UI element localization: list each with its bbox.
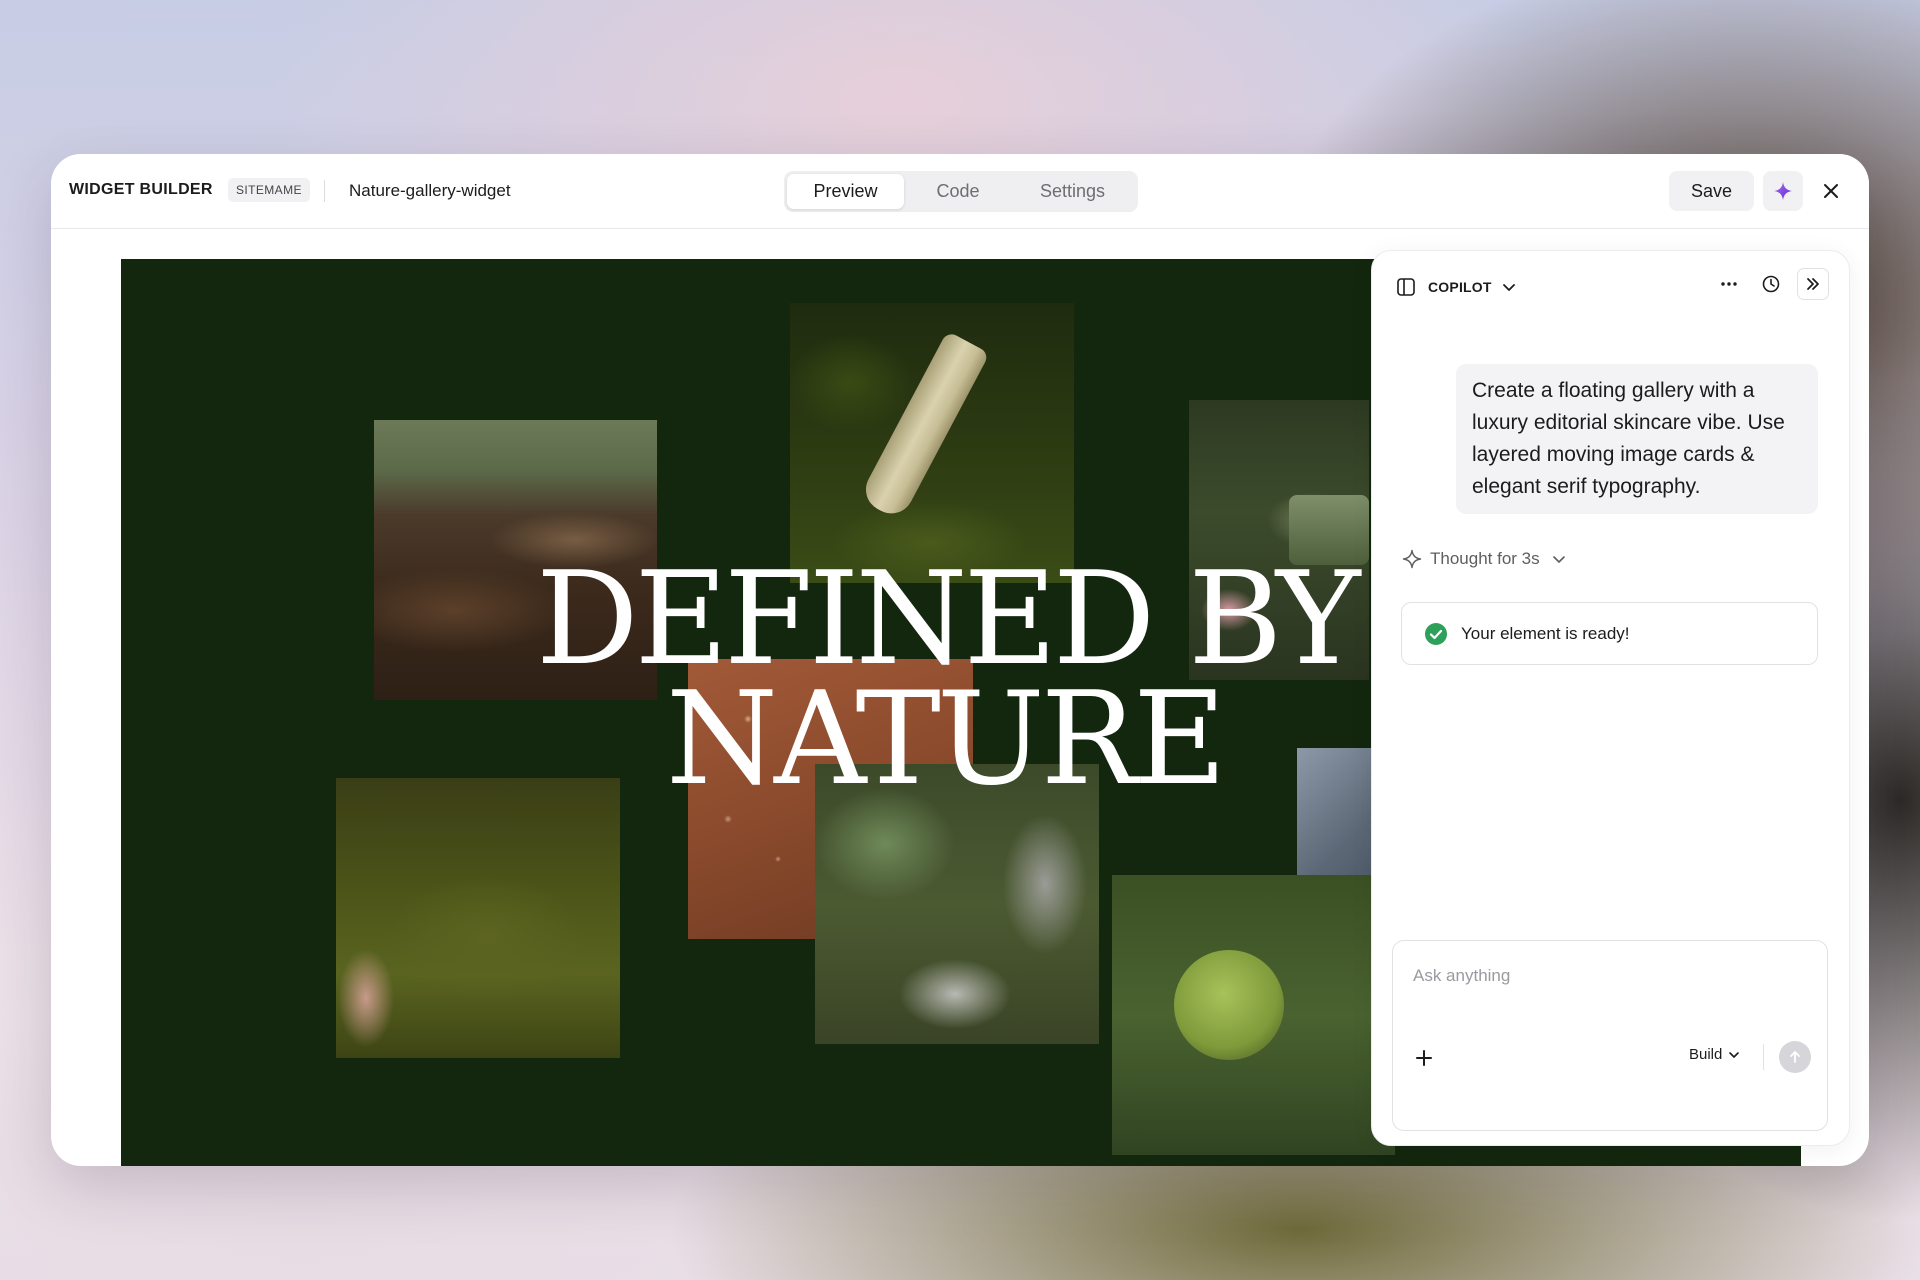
photo-green-balm [1112,875,1395,1155]
sparkle-icon [1774,182,1792,200]
composer-divider [1763,1044,1764,1070]
copilot-header: COPILOT [1396,277,1516,297]
chevron-down-icon[interactable] [1502,280,1516,294]
tab-preview[interactable]: Preview [787,174,904,209]
history-icon [1762,275,1780,293]
header-divider [324,180,325,202]
builder-window: WIDGET BUILDER SITEMAME Nature-gallery-w… [51,154,1869,1166]
thought-label: Thought for 3s [1430,549,1540,568]
copilot-panel: COPILOT Create a floating gallery with a… [1371,250,1850,1146]
user-message: Create a floating gallery with a luxury … [1456,364,1818,514]
arrow-up-icon [1790,1051,1800,1063]
plus-icon [1416,1050,1432,1066]
double-chevron-right-icon [1807,278,1819,290]
mode-label: Build [1689,1046,1723,1063]
close-icon [1824,184,1838,198]
photo-moss-tube [790,303,1074,583]
headline-line2: NATURE [666,665,1226,814]
tab-settings[interactable]: Settings [1012,174,1133,209]
ai-sparkle-button[interactable] [1763,171,1803,211]
ready-message: Your element is ready! [1461,623,1630,643]
tube-product [858,330,990,522]
thought-toggle[interactable]: Thought for 3s [1402,549,1566,569]
send-button[interactable] [1779,1041,1811,1073]
view-tabs: Preview Code Settings [784,171,1138,212]
save-button[interactable]: Save [1669,171,1754,211]
chevron-down-icon [1552,556,1565,563]
copilot-actions [1713,268,1829,300]
history-button[interactable] [1755,268,1787,300]
site-badge[interactable]: SITEMAME [228,178,310,202]
add-attachment-button[interactable] [1411,1045,1437,1071]
sparkle-outline-icon [1402,549,1422,569]
file-name[interactable]: Nature-gallery-widget [349,181,511,201]
tab-code[interactable]: Code [907,174,1009,209]
top-bar: WIDGET BUILDER SITEMAME Nature-gallery-w… [51,154,1869,229]
ask-input[interactable] [1393,941,1827,1011]
balm-jar [1174,950,1284,1060]
mode-select[interactable]: Build [1689,1046,1740,1063]
photo-grass [336,778,620,1058]
chevron-down-icon [1729,1051,1740,1058]
status-card[interactable]: Your element is ready! [1401,602,1818,665]
more-button[interactable] [1713,268,1745,300]
check-circle-icon [1425,622,1447,645]
app-brand: WIDGET BUILDER [69,181,213,198]
more-icon [1721,282,1737,286]
composer: Build [1392,940,1828,1131]
sidebar-toggle-icon[interactable] [1396,277,1416,297]
close-button[interactable] [1811,171,1851,211]
collapse-panel-button[interactable] [1797,268,1829,300]
copilot-title[interactable]: COPILOT [1428,279,1492,295]
